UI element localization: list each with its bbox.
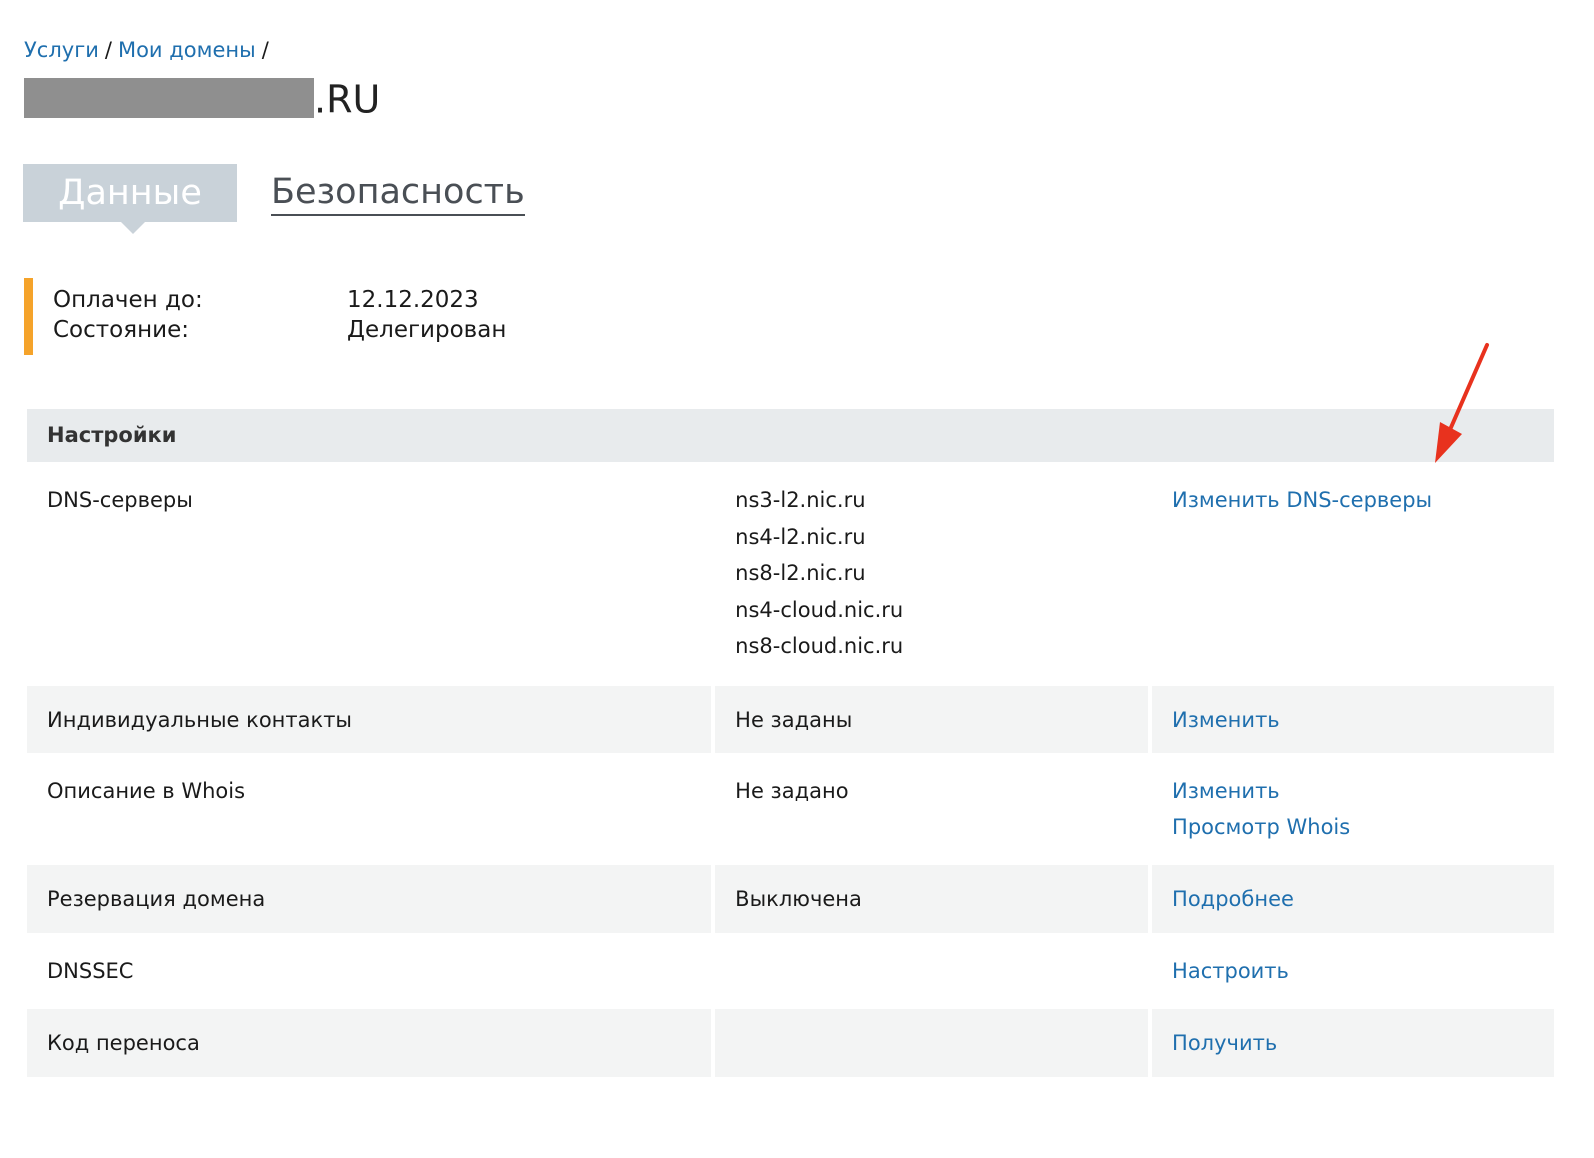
dns-server-item: ns4-cloud.nic.ru bbox=[735, 597, 904, 622]
change-contacts-link[interactable]: Изменить bbox=[1172, 702, 1554, 738]
settings-row-transfer-code: Код переноса Получить bbox=[27, 1009, 1554, 1077]
dns-server-item: ns8-l2.nic.ru bbox=[735, 561, 866, 585]
redacted-domain-name bbox=[24, 77, 314, 118]
row-value bbox=[715, 933, 1148, 1009]
domain-status-block: Оплачен до: 12.12.2023 Состояние: Делеги… bbox=[24, 278, 506, 355]
row-value bbox=[715, 1009, 1149, 1077]
settings-row-domain-reservation: Резервация домена Выключена Подробнее bbox=[27, 865, 1554, 933]
dns-server-item: ns3-l2.nic.ru bbox=[735, 488, 866, 512]
state-value: Делегирован bbox=[347, 317, 507, 343]
transfer-code-label: Код переноса bbox=[47, 1031, 200, 1055]
row-actions: Получить bbox=[1152, 1009, 1554, 1077]
change-whois-description-link[interactable]: Изменить bbox=[1172, 773, 1554, 809]
row-actions: Изменить Просмотр Whois bbox=[1152, 753, 1554, 865]
tab-security[interactable]: Безопасность bbox=[271, 170, 525, 216]
row-label: DNSSEC bbox=[27, 933, 711, 1009]
row-actions: Настроить bbox=[1152, 933, 1554, 1009]
individual-contacts-label: Индивидуальные контакты bbox=[47, 708, 353, 732]
row-label: Описание в Whois bbox=[27, 753, 711, 865]
row-actions: Изменить DNS-серверы bbox=[1152, 462, 1554, 686]
domain-title: .RU bbox=[24, 74, 381, 122]
settings-row-individual-contacts: Индивидуальные контакты Не заданы Измени… bbox=[27, 686, 1554, 753]
row-label: DNS-серверы bbox=[27, 462, 711, 686]
settings-row-dnssec: DNSSEC Настроить bbox=[27, 933, 1554, 1009]
row-actions: Изменить bbox=[1152, 686, 1554, 753]
row-value: Выключена bbox=[715, 865, 1149, 933]
reservation-details-link[interactable]: Подробнее bbox=[1172, 881, 1554, 917]
domain-reservation-value: Выключена bbox=[735, 887, 862, 911]
paid-until-label: Оплачен до: bbox=[53, 287, 203, 313]
whois-description-value: Не задано bbox=[735, 779, 849, 803]
row-value: Не задано bbox=[715, 753, 1148, 865]
dns-server-list: ns3-l2.nic.ru ns4-l2.nic.ru ns8-l2.nic.r… bbox=[715, 462, 1148, 686]
breadcrumb-separator: / bbox=[261, 38, 269, 62]
state-label: Состояние: bbox=[53, 317, 189, 343]
settings-row-whois-description: Описание в Whois Не задано Изменить Прос… bbox=[27, 753, 1554, 865]
breadcrumb: Услуги / Мои домены / bbox=[24, 36, 275, 64]
dns-server-item: ns4-l2.nic.ru bbox=[735, 524, 866, 549]
individual-contacts-value: Не заданы bbox=[735, 708, 853, 732]
settings-header: Настройки bbox=[27, 409, 1554, 462]
whois-description-label: Описание в Whois bbox=[47, 779, 246, 803]
dns-server-item: ns8-cloud.nic.ru bbox=[735, 634, 904, 658]
breadcrumb-link-services[interactable]: Услуги bbox=[24, 38, 99, 62]
row-label: Код переноса bbox=[27, 1009, 712, 1077]
row-value: Не заданы bbox=[715, 686, 1149, 753]
settings-table: DNS-серверы ns3-l2.nic.ru ns4-l2.nic.ru … bbox=[27, 462, 1554, 1077]
get-transfer-code-link[interactable]: Получить bbox=[1172, 1025, 1554, 1061]
configure-dnssec-link[interactable]: Настроить bbox=[1172, 953, 1554, 989]
dns-servers-label: DNS-серверы bbox=[47, 488, 193, 512]
row-actions: Подробнее bbox=[1152, 865, 1554, 933]
tab-data[interactable]: Данные bbox=[23, 164, 237, 234]
paid-until-row: Оплачен до: 12.12.2023 bbox=[53, 285, 506, 315]
row-label: Индивидуальные контакты bbox=[27, 686, 712, 753]
dnssec-label: DNSSEC bbox=[47, 959, 134, 983]
red-arrow-annotation-icon bbox=[1435, 343, 1489, 463]
change-dns-servers-link[interactable]: Изменить DNS-серверы bbox=[1172, 482, 1554, 518]
breadcrumb-link-my-domains[interactable]: Мои домены bbox=[118, 38, 256, 62]
row-label: Резервация домена bbox=[27, 865, 712, 933]
state-row: Состояние: Делегирован bbox=[53, 315, 506, 345]
breadcrumb-separator: / bbox=[104, 38, 112, 62]
domain-reservation-label: Резервация домена bbox=[47, 887, 266, 911]
domain-tld: .RU bbox=[314, 77, 381, 122]
view-whois-link[interactable]: Просмотр Whois bbox=[1172, 809, 1554, 845]
paid-until-value: 12.12.2023 bbox=[347, 287, 479, 313]
settings-row-dns-servers: DNS-серверы ns3-l2.nic.ru ns4-l2.nic.ru … bbox=[27, 462, 1554, 686]
